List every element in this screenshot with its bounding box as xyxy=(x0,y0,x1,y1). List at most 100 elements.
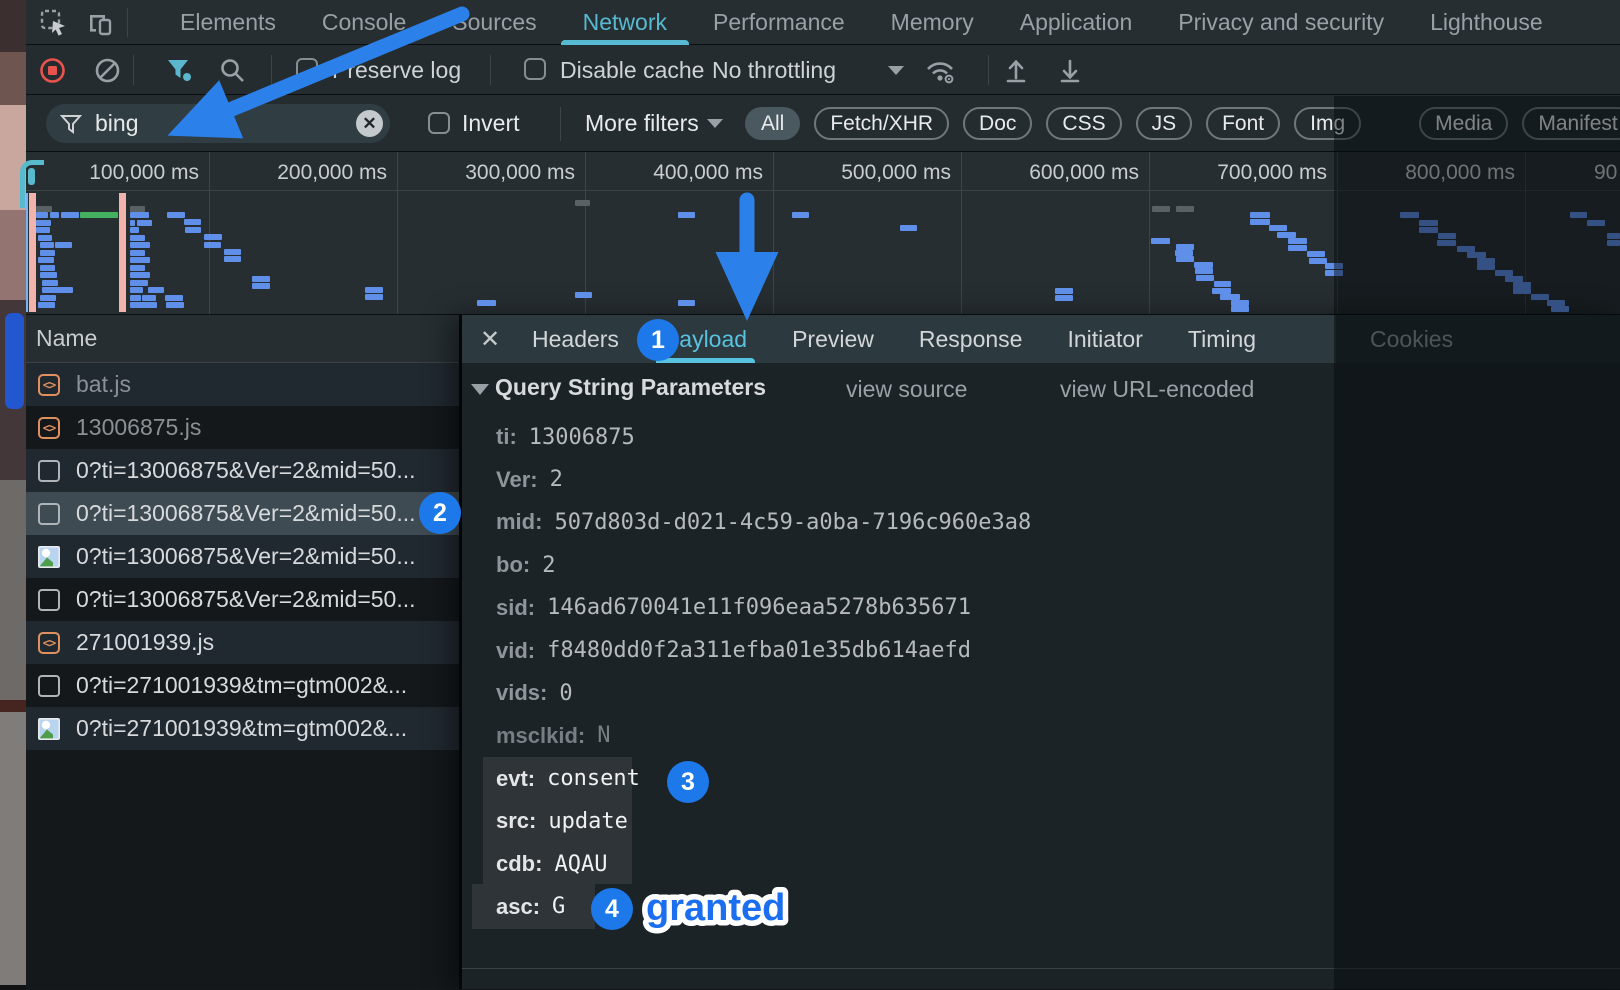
filter-clear-icon[interactable]: ✕ xyxy=(356,110,383,137)
param-row: asc:G xyxy=(496,885,565,928)
tab-headers[interactable]: Headers xyxy=(532,315,619,363)
timeline-tick-label: 400,000 ms xyxy=(603,161,763,185)
record-stop-icon[interactable] xyxy=(39,57,66,84)
detail-tab-strip: ✕ Headers Payload Preview Response Initiator… xyxy=(462,315,1336,363)
chip-doc[interactable]: Doc xyxy=(963,107,1032,140)
chip-font[interactable]: Font xyxy=(1206,107,1280,140)
timeline-tick-label: 600,000 ms xyxy=(979,161,1139,185)
tab-lighthouse[interactable]: Lighthouse xyxy=(1428,0,1545,45)
param-row: cdb:AQAU xyxy=(496,843,607,886)
toolbar-separator xyxy=(988,55,989,85)
chip-media[interactable]: Media xyxy=(1419,107,1508,140)
tab-performance[interactable]: Performance xyxy=(711,0,847,45)
more-filters-caret-icon[interactable] xyxy=(707,119,723,128)
request-row[interactable]: 0?ti=271001939&tm=gtm002&... xyxy=(26,664,459,707)
tab-memory[interactable]: Memory xyxy=(889,0,976,45)
param-value: consent xyxy=(547,766,640,791)
param-key: cdb: xyxy=(496,851,542,877)
tab-preview[interactable]: Preview xyxy=(792,315,874,363)
param-value: N xyxy=(597,723,610,748)
toolbar-separator xyxy=(490,55,491,85)
timeline-tick-label: 100,000 ms xyxy=(39,161,199,185)
view-url-encoded-link[interactable]: view URL-encoded xyxy=(1060,376,1254,403)
request-row[interactable]: 0?ti=13006875&Ver=2&mid=50... xyxy=(26,578,459,621)
request-row[interactable]: 0?ti=271001939&tm=gtm002&... xyxy=(26,707,459,750)
param-row: src:update xyxy=(496,800,628,843)
device-toolbar-icon[interactable] xyxy=(86,9,114,37)
chip-js[interactable]: JS xyxy=(1136,107,1193,140)
preserve-log-checkbox[interactable] xyxy=(296,58,318,80)
chip-css[interactable]: CSS xyxy=(1046,107,1121,140)
network-conditions-icon[interactable] xyxy=(924,56,956,85)
request-row[interactable]: <>271001939.js xyxy=(26,621,459,664)
param-value: 146ad670041e11f096eaa5278b635671 xyxy=(547,595,971,620)
script-file-icon: <> xyxy=(38,374,60,396)
request-name: bat.js xyxy=(76,371,131,398)
tabbar-separator xyxy=(127,8,128,37)
view-source-link[interactable]: view source xyxy=(846,376,967,403)
timeline-divider xyxy=(961,152,962,315)
chip-img[interactable]: Img xyxy=(1294,107,1361,140)
request-row[interactable]: 0?ti=13006875&Ver=2&mid=50... xyxy=(26,492,459,535)
request-row[interactable]: <>13006875.js xyxy=(26,406,459,449)
section-collapse-caret-icon[interactable] xyxy=(471,384,489,395)
tab-elements[interactable]: Elements xyxy=(178,0,278,45)
invert-checkbox[interactable] xyxy=(428,112,450,134)
chip-manifest[interactable]: Manifest xyxy=(1522,107,1620,140)
timeline-tick-label: 700,000 ms xyxy=(1167,161,1327,185)
param-key: vids: xyxy=(496,680,547,706)
param-row: vid:f8480dd0f2a311efba01e35db614aefd xyxy=(496,629,971,672)
tab-cookies[interactable]: Cookies xyxy=(1370,326,1453,353)
timeline-divider xyxy=(773,152,774,315)
tab-initiator[interactable]: Initiator xyxy=(1067,315,1142,363)
disable-cache-label: Disable cache xyxy=(560,57,704,84)
devtools-main-tabbar: Elements Console Sources Network Performance… xyxy=(26,0,1620,45)
name-column-header[interactable]: Name xyxy=(26,315,459,363)
tab-privacy-and-security[interactable]: Privacy and security xyxy=(1176,0,1386,45)
filter-input[interactable]: bing ✕ xyxy=(46,104,390,143)
tab-console[interactable]: Console xyxy=(320,0,408,45)
timeline-divider xyxy=(1149,152,1150,315)
request-name: 0?ti=271001939&tm=gtm002&... xyxy=(76,672,407,699)
param-key: evt: xyxy=(496,766,535,792)
devtools-window: Elements Console Sources Network Performance… xyxy=(26,0,1620,990)
param-key: bo: xyxy=(496,552,530,578)
close-icon[interactable]: ✕ xyxy=(480,325,500,354)
inspect-element-icon[interactable] xyxy=(40,9,68,37)
param-key: mid: xyxy=(496,509,542,535)
param-value: f8480dd0f2a311efba01e35db614aefd xyxy=(547,638,971,663)
clear-icon[interactable] xyxy=(94,57,121,84)
request-name: 0?ti=271001939&tm=gtm002&... xyxy=(76,715,407,742)
tab-timing[interactable]: Timing xyxy=(1188,315,1256,363)
request-row[interactable]: 0?ti=13006875&Ver=2&mid=50... xyxy=(26,449,459,492)
timeline-overview[interactable]: 100,000 ms200,000 ms300,000 ms400,000 ms… xyxy=(26,152,1620,315)
filter-icon[interactable] xyxy=(166,58,194,84)
request-row[interactable]: 0?ti=13006875&Ver=2&mid=50... xyxy=(26,535,459,578)
timeline-tick-label: 300,000 ms xyxy=(415,161,575,185)
throttling-select[interactable]: No throttling xyxy=(712,57,836,84)
request-row[interactable]: <> bat.js xyxy=(26,363,459,406)
tab-response[interactable]: Response xyxy=(919,315,1023,363)
import-har-icon[interactable] xyxy=(1002,56,1030,84)
request-list-panel: Name <>bat.js<>13006875.js0?ti=13006875&… xyxy=(26,315,459,989)
generic-request-icon xyxy=(38,503,60,525)
tab-payload[interactable]: Payload xyxy=(664,315,747,363)
chip-all[interactable]: All xyxy=(745,107,800,140)
param-value: G xyxy=(552,894,565,919)
tab-network[interactable]: Network xyxy=(581,0,669,45)
tab-sources[interactable]: Sources xyxy=(450,0,538,45)
more-filters-button[interactable]: More filters xyxy=(585,110,699,137)
detail-tabbar: ✕ Headers Payload Preview Response Initiator… xyxy=(462,315,1620,363)
network-toolbar: Preserve log Disable cache No throttling xyxy=(26,45,1620,95)
throttling-caret-icon[interactable] xyxy=(888,66,904,75)
param-key: Ver: xyxy=(496,467,538,493)
overview-selection-handle[interactable] xyxy=(20,160,44,208)
chip-fetch-xhr[interactable]: Fetch/XHR xyxy=(814,107,949,140)
param-row: Ver:2 xyxy=(496,458,563,501)
search-icon[interactable] xyxy=(219,57,246,84)
request-name: 0?ti=13006875&Ver=2&mid=50... xyxy=(76,500,416,527)
param-value: update xyxy=(548,809,627,834)
export-har-icon[interactable] xyxy=(1056,56,1084,84)
disable-cache-checkbox[interactable] xyxy=(524,58,546,80)
tab-application[interactable]: Application xyxy=(1018,0,1135,45)
